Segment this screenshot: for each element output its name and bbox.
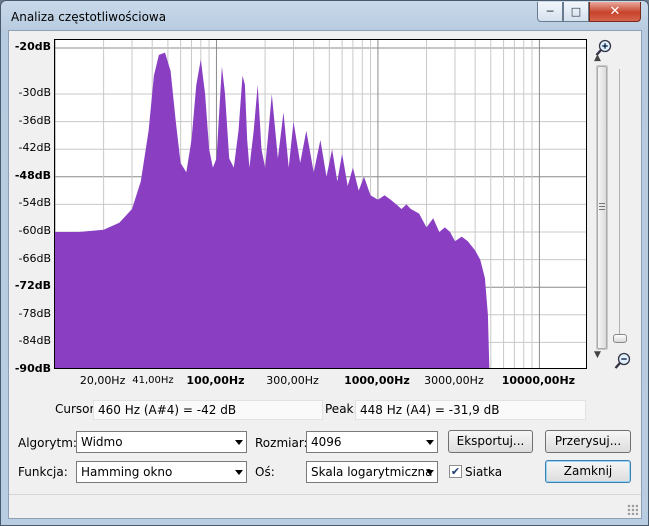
x-tick-label: 300,00Hz [266, 374, 319, 387]
x-tick-label: 10000,00Hz [501, 374, 576, 387]
grid-checkbox[interactable]: ✔ [449, 465, 462, 478]
algorithm-value: Widmo [81, 435, 123, 449]
close-icon: ✕ [609, 4, 621, 19]
window-title: Analiza częstotliwościowa [11, 10, 167, 24]
status-bar [9, 494, 641, 518]
x-tick-label: 20,00Hz [79, 374, 126, 387]
algorithm-label: Algorytm: [18, 436, 77, 450]
vertical-scrollbar[interactable] [596, 65, 608, 350]
size-label: Rozmiar: [255, 436, 308, 450]
y-tick-label: -54dB [18, 196, 52, 210]
minimize-icon: ─ [546, 5, 554, 18]
spectrum-plot[interactable] [54, 39, 587, 369]
scroll-up-arrow-icon[interactable]: ▲ [594, 53, 601, 63]
y-tick-label: -36dB [18, 113, 52, 127]
replot-button[interactable]: Przerysuj... [545, 430, 631, 453]
zoom-out-icon[interactable] [614, 352, 632, 370]
y-tick-label: -66dB [18, 251, 52, 265]
y-tick-label: -90dB [14, 362, 51, 375]
axis-value: Skala logarytmiczna [311, 465, 433, 479]
x-tick-label: 3000,00Hz [424, 374, 484, 387]
size-value: 4096 [311, 435, 342, 449]
x-tick-label: 41,00Hz [132, 375, 174, 386]
function-select[interactable]: Hamming okno [76, 461, 247, 483]
frequency-analysis-window: Analiza częstotliwościowa ─ □ ✕ -20dB -30… [0, 0, 649, 526]
dialog-client-area: -20dB -30dB -36dB -42dB -48dB -54dB -60dB -66dB… [8, 30, 642, 519]
chevron-down-icon [426, 440, 434, 445]
y-tick-label: -30dB [18, 86, 52, 99]
y-tick-label: -20dB [14, 40, 51, 53]
close-button[interactable]: Zamknij [545, 460, 631, 483]
y-tick-label: -60dB [18, 224, 52, 237]
y-tick-label: -42dB [18, 141, 52, 155]
y-tick-label: -78dB [18, 306, 52, 320]
function-label: Funkcja: [18, 465, 68, 479]
scroll-down-arrow-icon[interactable]: ▼ [594, 350, 601, 360]
scrollbar-thumb[interactable] [597, 66, 607, 349]
peak-label: Peak: [325, 402, 358, 416]
maximize-button[interactable]: □ [563, 2, 589, 22]
x-tick-label: 100,00Hz [186, 374, 245, 387]
chevron-down-icon [235, 470, 243, 475]
cursor-readout: Cursor: 460 Hz (A#4) = -42 dB [52, 400, 323, 420]
maximize-icon: □ [570, 5, 582, 18]
title-bar[interactable]: Analiza częstotliwościowa ─ □ ✕ [1, 1, 648, 31]
vertical-zoom-panel: ▲ ▼ [590, 39, 635, 374]
grid-checkbox-label[interactable]: Siatka [465, 465, 502, 479]
chevron-down-icon [235, 440, 243, 445]
peak-value: 448 Hz (A4) = -31,9 dB [355, 400, 586, 420]
grip-icon [599, 203, 605, 210]
y-tick-label: -72dB [14, 279, 51, 293]
y-tick-label: -84dB [18, 334, 52, 348]
chevron-down-icon [426, 470, 434, 475]
cursor-value: 460 Hz (A#4) = -42 dB [93, 400, 323, 420]
resize-grip-icon[interactable] [627, 504, 638, 515]
minimize-button[interactable]: ─ [537, 2, 563, 22]
spectrum-area [55, 52, 490, 368]
axis-select[interactable]: Skala logarytmiczna [306, 461, 438, 483]
axis-label: Oś: [255, 465, 275, 479]
zoom-slider-track[interactable] [619, 69, 620, 334]
peak-readout: Peak: 448 Hz (A4) = -31,9 dB [322, 400, 587, 420]
zoom-slider-knob[interactable] [613, 334, 627, 343]
y-tick-label: -48dB [14, 168, 51, 182]
cursor-label: Cursor: [55, 402, 99, 416]
function-value: Hamming okno [81, 465, 173, 479]
close-window-button[interactable]: ✕ [589, 2, 641, 22]
x-tick-label: 1000,00Hz [344, 374, 410, 387]
spectrum-chart [55, 40, 586, 368]
algorithm-select[interactable]: Widmo [76, 431, 247, 453]
export-button[interactable]: Eksportuj... [448, 430, 533, 453]
size-select[interactable]: 4096 [306, 431, 438, 453]
